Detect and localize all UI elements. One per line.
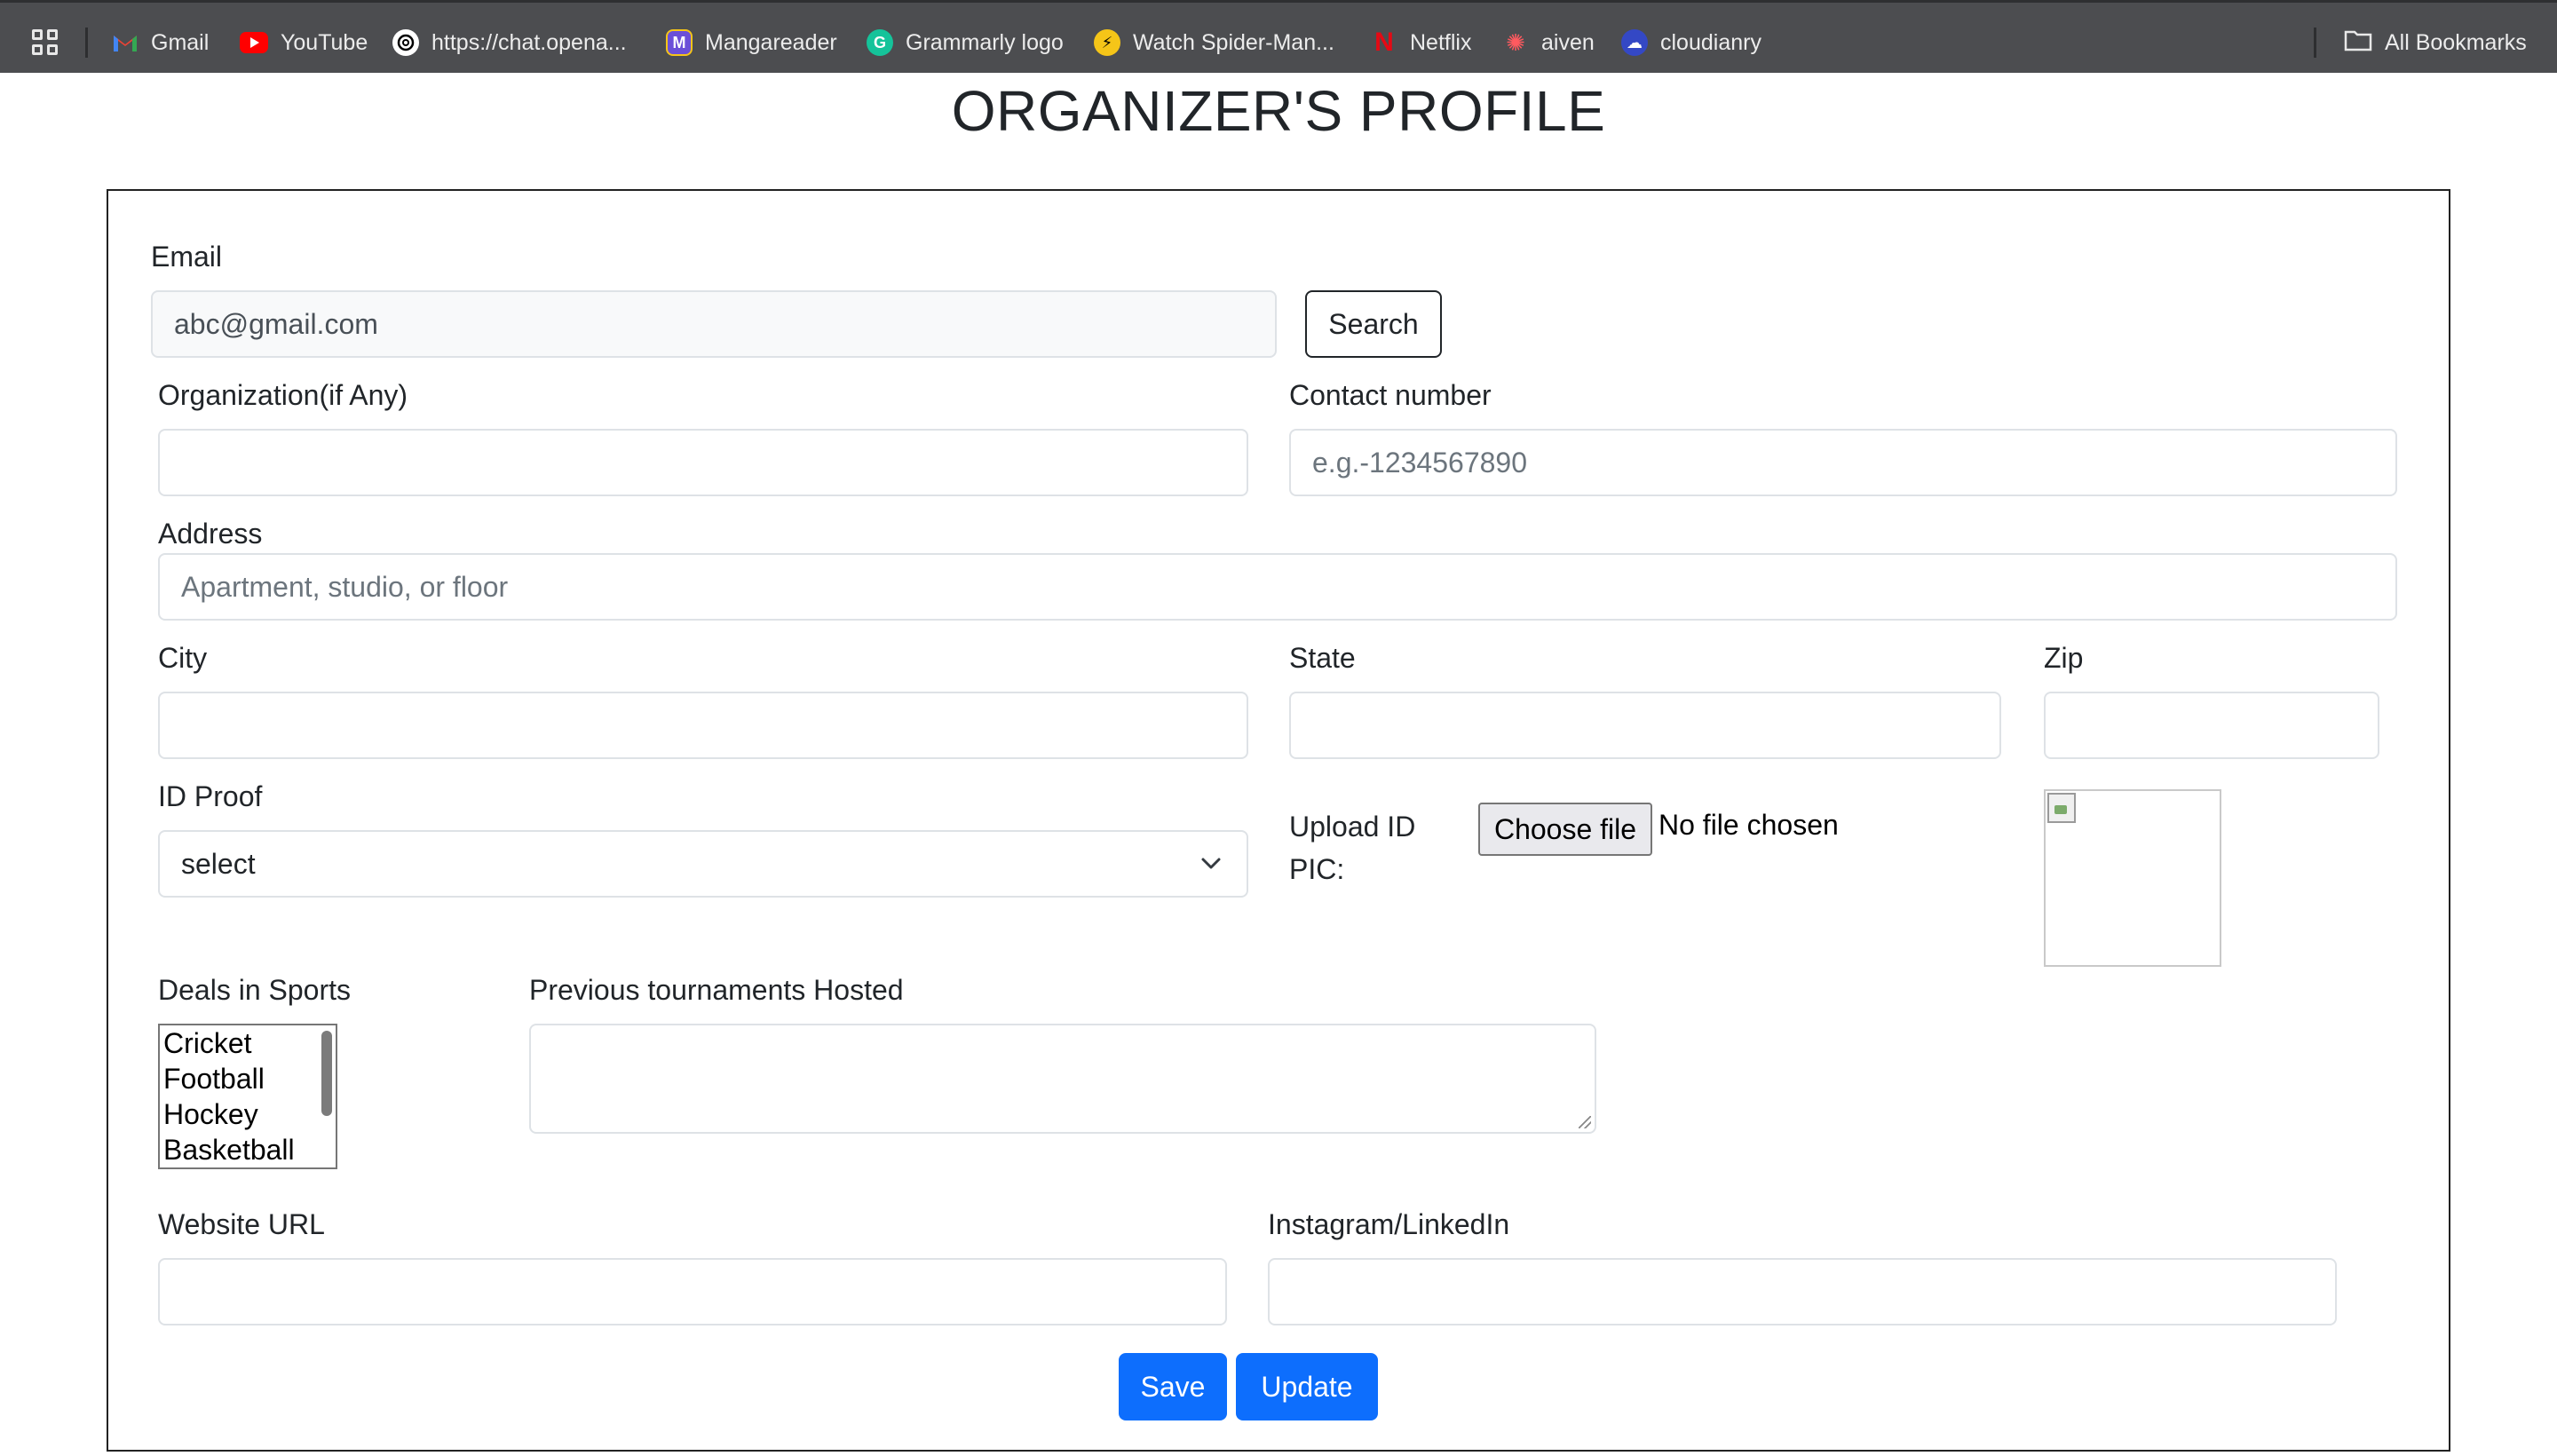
zip-input[interactable] [2044, 692, 2379, 759]
bookmark-netflix[interactable]: N Netflix [1371, 24, 1471, 61]
tournaments-textarea[interactable] [529, 1024, 1596, 1134]
all-bookmarks-button[interactable]: All Bookmarks [2344, 24, 2527, 61]
bookmarks-separator [2314, 28, 2316, 58]
folder-icon [2344, 28, 2372, 58]
zip-label: Zip [2044, 642, 2084, 674]
bookmark-label: Mangareader [705, 29, 837, 55]
bookmark-grammarly[interactable]: G Grammarly logo [867, 24, 1064, 61]
chevron-down-icon [1201, 858, 1221, 869]
file-status-text: No file chosen [1658, 809, 1839, 841]
social-label: Instagram/LinkedIn [1268, 1208, 1510, 1240]
profile-form: Email abc@gmail.com Search Organization(… [107, 189, 2450, 1452]
sports-option[interactable]: Cricket [160, 1025, 336, 1061]
broken-image-icon [2047, 793, 2076, 823]
organization-input[interactable] [158, 429, 1248, 496]
id-proof-label: ID Proof [158, 780, 263, 812]
sports-label: Deals in Sports [158, 974, 351, 1006]
sports-option[interactable]: Hockey [160, 1096, 336, 1132]
contact-label: Contact number [1289, 379, 1492, 411]
id-proof-selected: select [181, 847, 256, 880]
bookmark-gmail[interactable]: Gmail [112, 24, 209, 61]
city-input[interactable] [158, 692, 1248, 759]
address-input[interactable]: Apartment, studio, or floor [158, 553, 2397, 621]
id-proof-select[interactable]: select [158, 830, 1248, 898]
youtube-icon [240, 32, 268, 53]
page-title: ORGANIZER'S PROFILE [951, 79, 1606, 143]
resize-handle-icon[interactable] [1579, 1116, 1591, 1128]
netflix-icon: N [1374, 28, 1394, 57]
state-label: State [1289, 642, 1356, 674]
mangareader-icon: M [666, 29, 693, 56]
bookmark-label: Grammarly logo [906, 29, 1064, 55]
address-placeholder: Apartment, studio, or floor [181, 570, 509, 603]
sports-option[interactable]: Basketball [160, 1132, 336, 1167]
address-label: Address [158, 518, 263, 550]
bookmark-label: YouTube [281, 29, 368, 55]
bookmarks-separator [85, 28, 88, 58]
gmail-icon [112, 29, 139, 56]
bookmarks-bar: Gmail YouTube https://chat.opena... M Ma… [0, 0, 2557, 73]
update-button[interactable]: Update [1236, 1353, 1378, 1420]
contact-input[interactable]: e.g.-1234567890 [1289, 429, 2397, 496]
website-input[interactable] [158, 1258, 1227, 1325]
choose-file-button[interactable]: Choose file [1478, 803, 1652, 856]
grammarly-icon: G [867, 29, 893, 56]
bookmark-chatgpt[interactable]: https://chat.opena... [392, 24, 627, 61]
bookmark-label: cloudianry [1660, 29, 1761, 55]
tournaments-label: Previous tournaments Hosted [529, 974, 904, 1006]
openai-icon [392, 29, 419, 56]
upload-id-label: Upload ID PIC: [1289, 811, 1416, 885]
state-input[interactable] [1289, 692, 2001, 759]
apps-grid-icon[interactable] [32, 29, 60, 58]
email-value: abc@gmail.com [174, 307, 378, 340]
aiven-icon: ✺ [1506, 28, 1525, 56]
bookmark-label: aiven [1541, 29, 1595, 55]
save-button[interactable]: Save [1119, 1353, 1227, 1420]
bookmark-label: Gmail [151, 29, 210, 55]
social-input[interactable] [1268, 1258, 2337, 1325]
organization-label: Organization(if Any) [158, 379, 408, 411]
bookmark-label: Netflix [1410, 29, 1472, 55]
cloudinary-icon: ☁ [1621, 29, 1648, 56]
bookmark-youtube[interactable]: YouTube [240, 24, 368, 61]
bookmark-label: Watch Spider-Man... [1133, 29, 1334, 55]
sports-listbox[interactable]: Cricket Football Hockey Basketball [158, 1024, 337, 1169]
email-label: Email [151, 241, 223, 273]
all-bookmarks-label: All Bookmarks [2385, 29, 2527, 55]
listbox-scrollbar[interactable] [321, 1031, 332, 1116]
city-label: City [158, 642, 208, 674]
id-preview-image [2044, 789, 2221, 967]
bookmark-cloudinary[interactable]: ☁ cloudianry [1621, 24, 1761, 61]
contact-placeholder: e.g.-1234567890 [1312, 446, 1527, 479]
bookmark-label: https://chat.opena... [431, 29, 627, 55]
website-label: Website URL [158, 1208, 325, 1240]
email-input[interactable]: abc@gmail.com [151, 290, 1277, 358]
search-button[interactable]: Search [1305, 290, 1442, 358]
bookmark-mangareader[interactable]: M Mangareader [666, 24, 837, 61]
sports-option[interactable]: Football [160, 1061, 336, 1096]
bookmark-spiderman[interactable]: ⚡ Watch Spider-Man... [1094, 24, 1334, 61]
spiderman-icon: ⚡ [1094, 29, 1120, 56]
bookmark-aiven[interactable]: ✺ aiven [1502, 24, 1595, 61]
